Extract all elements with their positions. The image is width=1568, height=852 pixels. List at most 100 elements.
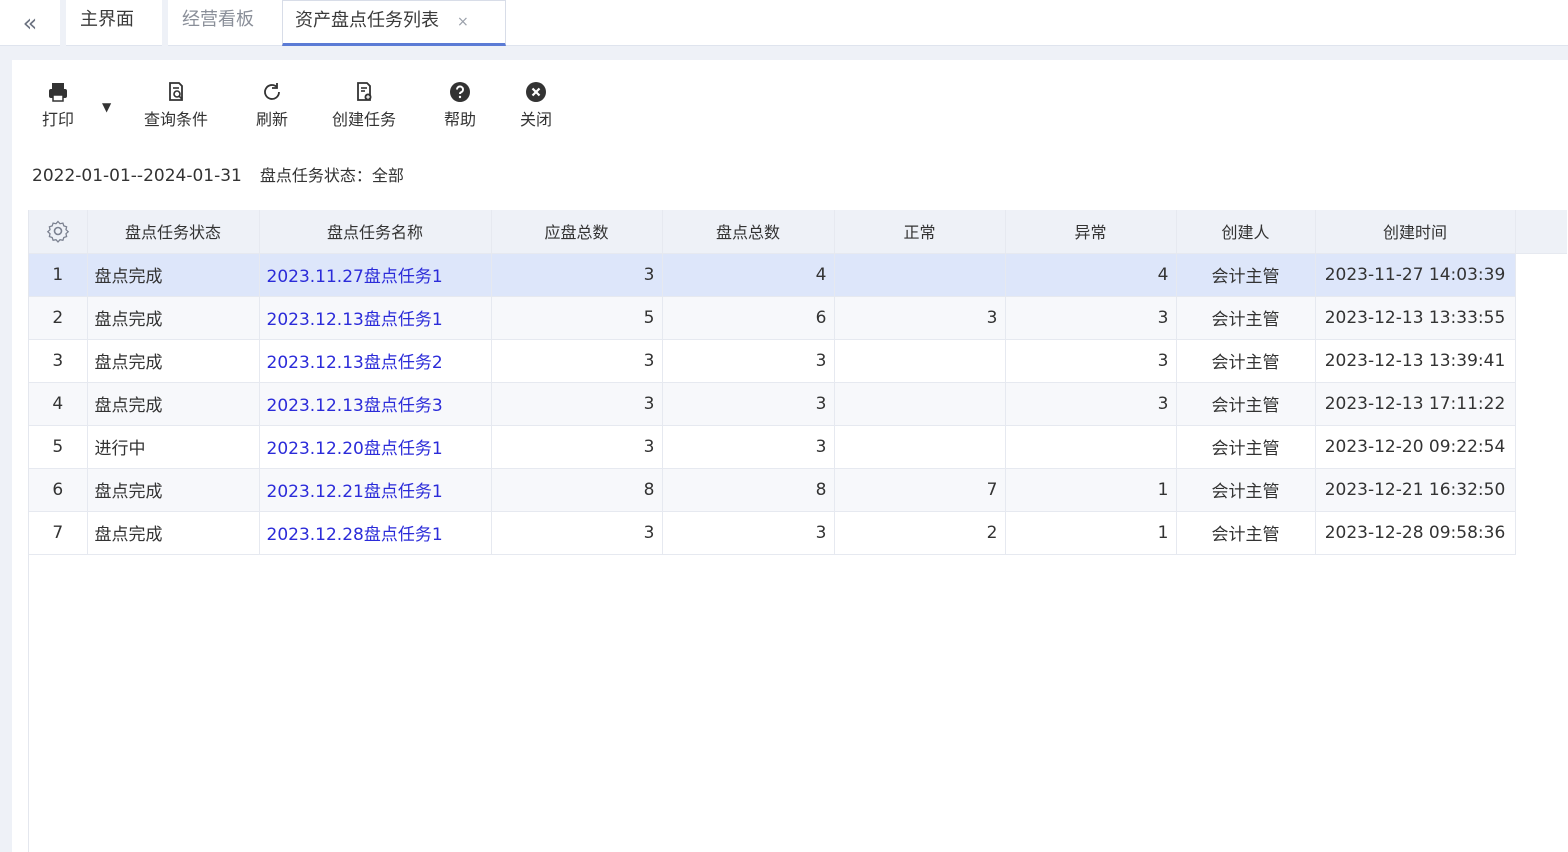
column-header-counted-total[interactable]: 盘点总数 <box>662 210 835 254</box>
cell-abnormal: 3 <box>1005 296 1177 340</box>
task-table-body: 盘点任务状态 盘点任务名称 应盘总数 盘点总数 正常 异常 创建人 创建时间 1… <box>29 210 1567 555</box>
header-filler <box>1515 210 1567 254</box>
cell-task-name-link[interactable]: 2023.12.21盘点任务1 <box>259 468 492 512</box>
print-dropdown-chevron-down-icon[interactable]: ▼ <box>102 100 111 114</box>
cell-expected-total: 5 <box>491 296 663 340</box>
cell-counted-total: 3 <box>662 382 835 426</box>
print-button[interactable]: 打印 <box>42 80 74 130</box>
cell-creator: 会计主管 <box>1176 296 1316 340</box>
table-row[interactable]: 6 盘点完成 2023.12.21盘点任务1 8 8 7 1 会计主管 2023… <box>29 468 1567 512</box>
cell-abnormal: 3 <box>1005 339 1177 383</box>
create-task-button[interactable]: 创建任务 <box>332 80 396 130</box>
cell-expected-total: 3 <box>491 339 663 383</box>
cell-created-time: 2023-12-13 17:11:22 <box>1315 382 1516 426</box>
row-index: 3 <box>29 339 88 383</box>
row-index: 7 <box>29 511 88 555</box>
refresh-icon <box>260 80 284 104</box>
query-document-icon <box>164 80 188 104</box>
cell-counted-total: 4 <box>662 253 835 297</box>
column-header-creator[interactable]: 创建人 <box>1176 210 1316 254</box>
row-filler <box>1515 253 1567 296</box>
tab-asset-inventory[interactable]: 资产盘点任务列表 × <box>282 0 506 46</box>
status-filter-text: 盘点任务状态：全部 <box>259 166 404 185</box>
row-index: 5 <box>29 425 88 469</box>
column-header-name[interactable]: 盘点任务名称 <box>259 210 492 254</box>
table-row[interactable]: 7 盘点完成 2023.12.28盘点任务1 3 3 2 1 会计主管 2023… <box>29 511 1567 555</box>
row-index: 1 <box>29 253 88 297</box>
tab-separator <box>162 0 168 46</box>
cell-task-name-link[interactable]: 2023.12.13盘点任务2 <box>259 339 492 383</box>
table-row[interactable]: 2 盘点完成 2023.12.13盘点任务1 5 6 3 3 会计主管 2023… <box>29 296 1567 340</box>
row-filler <box>1515 468 1567 511</box>
column-header-created-time[interactable]: 创建时间 <box>1315 210 1516 254</box>
tab-main[interactable]: 主界面 <box>68 0 146 46</box>
query-conditions-label: 查询条件 <box>144 110 209 129</box>
cell-counted-total: 6 <box>662 296 835 340</box>
row-filler <box>1515 296 1567 339</box>
help-label: 帮助 <box>444 110 477 129</box>
printer-icon <box>46 80 70 104</box>
cell-counted-total: 3 <box>662 425 835 469</box>
cell-normal <box>834 425 1006 469</box>
cell-expected-total: 3 <box>491 382 663 426</box>
query-conditions-button[interactable]: 查询条件 <box>144 80 208 130</box>
tab-bar: « 主界面 经营看板 资产盘点任务列表 × <box>0 0 1568 46</box>
filter-summary: 2022-01-01--2024-01-31 盘点任务状态：全部 <box>32 162 404 186</box>
tab-dashboard-label: 经营看板 <box>182 9 254 30</box>
cell-task-name-link[interactable]: 2023.12.28盘点任务1 <box>259 511 492 555</box>
cell-creator: 会计主管 <box>1176 339 1316 383</box>
cell-status: 进行中 <box>87 425 260 469</box>
table-row[interactable]: 1 盘点完成 2023.11.27盘点任务1 3 4 4 会计主管 2023-1… <box>29 253 1567 297</box>
table-row[interactable]: 4 盘点完成 2023.12.13盘点任务3 3 3 3 会计主管 2023-1… <box>29 382 1567 426</box>
cell-expected-total: 8 <box>491 468 663 512</box>
cell-creator: 会计主管 <box>1176 511 1316 555</box>
help-icon <box>448 80 472 104</box>
cell-creator: 会计主管 <box>1176 382 1316 426</box>
cell-task-name-link[interactable]: 2023.12.13盘点任务1 <box>259 296 492 340</box>
cell-status: 盘点完成 <box>87 339 260 383</box>
close-icon[interactable]: × <box>457 14 469 30</box>
cell-task-name-link[interactable]: 2023.12.13盘点任务3 <box>259 382 492 426</box>
cell-creator: 会计主管 <box>1176 425 1316 469</box>
cell-normal: 3 <box>834 296 1006 340</box>
date-range: 2022-01-01--2024-01-31 <box>32 166 242 186</box>
cell-task-name-link[interactable]: 2023.12.20盘点任务1 <box>259 425 492 469</box>
column-header-normal[interactable]: 正常 <box>834 210 1006 254</box>
cell-counted-total: 3 <box>662 511 835 555</box>
refresh-label: 刷新 <box>256 110 289 129</box>
main-panel: 打印 ▼ 查询条件 刷新 创建任务 帮助 关闭 2022-01-01--2024… <box>12 60 1568 852</box>
row-index: 4 <box>29 382 88 426</box>
cell-normal <box>834 382 1006 426</box>
task-table: 盘点任务状态 盘点任务名称 应盘总数 盘点总数 正常 异常 创建人 创建时间 1… <box>28 210 1568 852</box>
cell-status: 盘点完成 <box>87 296 260 340</box>
help-button[interactable]: 帮助 <box>444 80 476 130</box>
cell-task-name-link[interactable]: 2023.11.27盘点任务1 <box>259 253 492 297</box>
row-filler <box>1515 382 1567 425</box>
table-row[interactable]: 3 盘点完成 2023.12.13盘点任务2 3 3 3 会计主管 2023-1… <box>29 339 1567 383</box>
cell-expected-total: 3 <box>491 425 663 469</box>
double-chevron-left-icon[interactable]: « <box>0 0 60 46</box>
tab-dashboard[interactable]: 经营看板 <box>170 0 266 46</box>
gear-icon[interactable] <box>46 219 70 244</box>
cell-counted-total: 8 <box>662 468 835 512</box>
cell-creator: 会计主管 <box>1176 253 1316 297</box>
cell-normal <box>834 253 1006 297</box>
cell-expected-total: 3 <box>491 253 663 297</box>
column-header-status[interactable]: 盘点任务状态 <box>87 210 260 254</box>
table-header-row: 盘点任务状态 盘点任务名称 应盘总数 盘点总数 正常 异常 创建人 创建时间 <box>29 210 1567 254</box>
cell-created-time: 2023-12-13 13:33:55 <box>1315 296 1516 340</box>
cell-counted-total: 3 <box>662 339 835 383</box>
cell-abnormal: 1 <box>1005 468 1177 512</box>
cell-status: 盘点完成 <box>87 382 260 426</box>
column-header-expected-total[interactable]: 应盘总数 <box>491 210 663 254</box>
cell-status: 盘点完成 <box>87 511 260 555</box>
column-header-abnormal[interactable]: 异常 <box>1005 210 1177 254</box>
cell-expected-total: 3 <box>491 511 663 555</box>
cell-created-time: 2023-12-21 16:32:50 <box>1315 468 1516 512</box>
close-page-button[interactable]: 关闭 <box>520 80 552 130</box>
cell-status: 盘点完成 <box>87 253 260 297</box>
refresh-button[interactable]: 刷新 <box>256 80 288 130</box>
table-row[interactable]: 5 进行中 2023.12.20盘点任务1 3 3 会计主管 2023-12-2… <box>29 425 1567 469</box>
cell-creator: 会计主管 <box>1176 468 1316 512</box>
column-settings[interactable] <box>29 210 88 254</box>
